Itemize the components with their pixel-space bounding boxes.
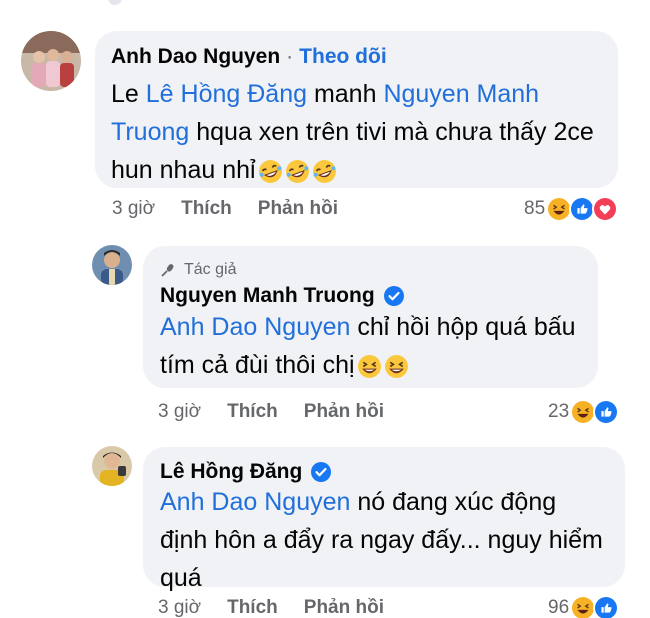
like-button[interactable]: Thích <box>227 597 278 618</box>
rofl-emoji <box>312 159 337 184</box>
reaction-count: 23 <box>548 401 570 422</box>
comment-actions: 3 giờ Thích Phản hồi <box>112 198 338 220</box>
laugh-emoji <box>357 354 382 379</box>
mention-link[interactable]: Truong <box>111 118 189 146</box>
reaction-summary[interactable]: 96 <box>548 595 620 618</box>
comment-time[interactable]: 3 giờ <box>158 401 201 423</box>
rofl-emoji <box>258 159 283 184</box>
comment-text-span: chỉ hồi hộp quá bấu <box>350 313 576 341</box>
separator-dot: · <box>286 45 294 68</box>
comment-line: Anh Dao Nguyen chỉ hồi hộp quá bấu <box>160 308 590 346</box>
comment-time[interactable]: 3 giờ <box>158 597 201 618</box>
rofl-emoji <box>285 159 310 184</box>
comment-line: tím cả đùi thôi chị <box>160 346 590 384</box>
laugh-emoji <box>384 354 409 379</box>
avatar[interactable] <box>21 31 81 91</box>
like-button[interactable]: Thích <box>181 198 232 220</box>
comment-text: Anh Dao Nguyen chỉ hồi hộp quá bấu tím c… <box>160 308 590 384</box>
mention-link[interactable]: Anh Dao Nguyen <box>160 313 350 341</box>
mention-link[interactable]: Anh Dao Nguyen <box>160 488 350 516</box>
avatar[interactable] <box>92 245 132 285</box>
comment-header: Nguyen Manh Truong <box>160 284 405 308</box>
comment-author[interactable]: Lê Hồng Đăng <box>160 460 302 484</box>
comment-line: Anh Dao Nguyen nó đang xúc động <box>160 483 620 521</box>
comment-text-span: định hôn a đẩy ra ngay đấy... nguy hiểm <box>160 526 603 554</box>
comment-actions: 3 giờ Thích Phản hồi <box>158 401 384 423</box>
author-badge: Tác giả <box>160 261 236 279</box>
comment-line: định hôn a đẩy ra ngay đấy... nguy hiểm <box>160 521 620 559</box>
comment-bubble: Anh Dao Nguyen · Theo dõi Le Lê Hồng Đăn… <box>95 31 618 188</box>
comment-text-span: hqua xen trên tivi mà chưa thấy 2ce <box>189 118 594 146</box>
reply-button[interactable]: Phản hồi <box>304 401 384 423</box>
comment-text-span: manh <box>307 80 384 108</box>
comment-time[interactable]: 3 giờ <box>112 198 155 220</box>
comment-line: Le Lê Hồng Đăng manh Nguyen Manh <box>111 75 611 113</box>
comment-author[interactable]: Nguyen Manh Truong <box>160 284 375 308</box>
avatar-photo-hong-dang <box>92 446 132 486</box>
comment-bubble: Tác giả Nguyen Manh Truong Anh Dao Nguye… <box>143 246 598 388</box>
reaction-count: 85 <box>524 198 546 219</box>
comment-line: hun nhau nhỉ <box>111 151 611 189</box>
like-reaction-icon <box>593 595 620 618</box>
previous-reply-stub <box>108 0 122 5</box>
comment-text: Anh Dao Nguyen nó đang xúc động định hôn… <box>160 483 620 597</box>
like-button[interactable]: Thích <box>227 401 278 423</box>
mention-link[interactable]: Lê Hồng Đăng <box>146 80 307 108</box>
comment-actions: 3 giờ Thích Phản hồi <box>158 597 384 618</box>
reply-button[interactable]: Phản hồi <box>258 198 338 220</box>
microphone-icon <box>160 262 176 278</box>
reply-button[interactable]: Phản hồi <box>304 597 384 618</box>
emoji-group <box>258 159 339 184</box>
like-reaction-icon <box>593 399 620 425</box>
love-reaction-icon <box>592 196 619 222</box>
comment-line: Truong hqua xen trên tivi mà chưa thấy 2… <box>111 113 611 151</box>
comment-text-span: hun nhau nhỉ <box>111 156 256 184</box>
verified-badge-icon <box>310 461 332 483</box>
comment-text: Le Lê Hồng Đăng manh Nguyen Manh Truong … <box>111 75 611 189</box>
comment-line: quá <box>160 559 620 597</box>
comment-header: Anh Dao Nguyen · Theo dõi <box>111 45 387 69</box>
author-badge-label: Tác giả <box>184 261 237 278</box>
reaction-summary[interactable]: 23 <box>548 399 620 425</box>
avatar[interactable] <box>92 446 132 486</box>
comment-bubble: Lê Hồng Đăng Anh Dao Nguyen nó đang xúc … <box>143 447 625 592</box>
avatar-photo-anh-dao <box>21 31 81 91</box>
avatar-photo-manh-truong <box>92 245 132 285</box>
mention-link[interactable]: Nguyen Manh <box>383 80 539 108</box>
comment-text-span: nó đang xúc động <box>350 488 557 516</box>
follow-button[interactable]: Theo dõi <box>299 45 387 69</box>
reaction-summary[interactable]: 85 <box>524 196 619 222</box>
comment-text-span: Le <box>111 80 146 108</box>
comment-text-span: tím cả đùi thôi chị <box>160 351 355 379</box>
comment-text-span: quá <box>160 564 202 592</box>
comment-author[interactable]: Anh Dao Nguyen <box>111 45 280 69</box>
reaction-count: 96 <box>548 597 570 618</box>
comment-header: Lê Hồng Đăng <box>160 460 332 484</box>
verified-badge-icon <box>383 285 405 307</box>
emoji-group <box>357 354 411 379</box>
